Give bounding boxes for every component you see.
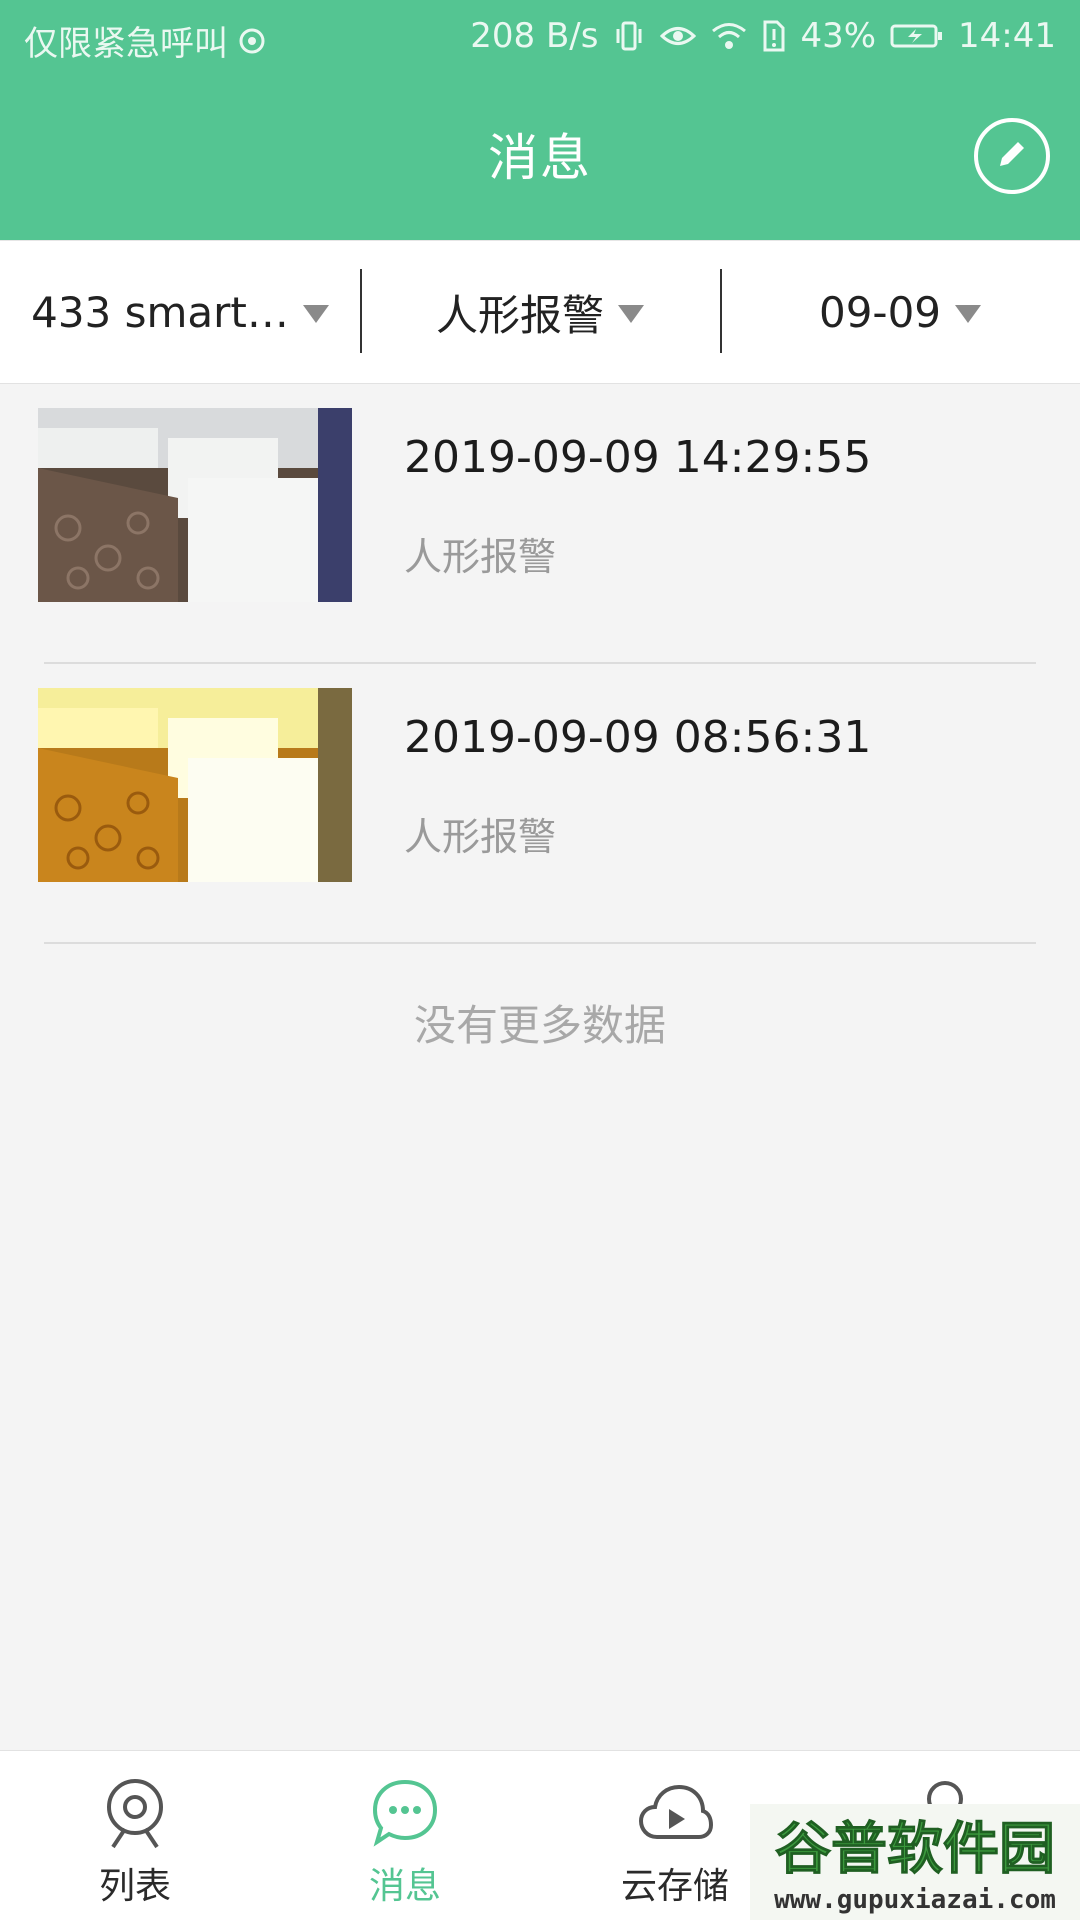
nav-label-list: 列表: [98, 1866, 171, 1907]
nav-label-cloud: 云存储: [620, 1866, 729, 1907]
wifi-icon: [710, 21, 748, 51]
status-bar: 仅限紧急呼叫 208 B/s 43% 14:41: [0, 0, 1080, 76]
row-divider: [44, 942, 1036, 944]
message-time: 2019-09-09 14:29:55: [404, 432, 872, 483]
battery-percent: 43%: [800, 16, 877, 56]
watermark-logo: 谷普软件园 www.gupuxiazai.com: [750, 1804, 1080, 1920]
status-right: 208 B/s 43% 14:41: [470, 16, 1056, 56]
pencil-icon: [992, 134, 1032, 178]
alert-type-filter[interactable]: 人形报警: [360, 241, 720, 383]
battery-charging-icon: [890, 23, 944, 49]
chat-icon: [371, 1775, 439, 1851]
snapshot-thumbnail[interactable]: [38, 688, 352, 882]
dropdown-caret-icon: [618, 305, 644, 323]
date-filter-label: 09-09: [818, 287, 942, 337]
vibrate-icon: [612, 19, 646, 53]
dropdown-caret-icon: [302, 305, 329, 323]
message-time: 2019-09-09 08:56:31: [404, 712, 872, 763]
snapshot-thumbnail[interactable]: [38, 408, 352, 602]
watermark-url: www.gupuxiazai.com: [774, 1885, 1056, 1915]
nav-item-list[interactable]: 列表: [0, 1751, 270, 1920]
device-filter[interactable]: 433 smart…: [0, 241, 360, 383]
page-title: 消息: [488, 129, 592, 187]
filter-bar: 433 smart… 人形报警 09-09: [0, 240, 1080, 384]
nav-item-messages[interactable]: 消息: [270, 1751, 540, 1920]
message-list: 2019-09-09 14:29:55 人形报警 2019-09-09 08:5…: [0, 384, 1080, 1053]
app-header: 仅限紧急呼叫 208 B/s 43% 14:41 消息: [0, 0, 1080, 240]
nav-label-messages: 消息: [368, 1866, 441, 1907]
message-row[interactable]: 2019-09-09 08:56:31 人形报警: [0, 664, 1080, 944]
eye-icon: [660, 21, 697, 51]
sim-alert-icon: [762, 19, 786, 53]
no-more-data-text: 没有更多数据: [413, 1001, 666, 1050]
message-type: 人形报警: [404, 535, 557, 579]
status-left: 仅限紧急呼叫: [24, 16, 266, 65]
message-type: 人形报警: [404, 815, 557, 859]
camera-icon: [103, 1775, 167, 1851]
cloud-play-icon: [637, 1775, 713, 1851]
date-filter[interactable]: 09-09: [720, 241, 1080, 383]
clock: 14:41: [958, 16, 1056, 56]
device-filter-label: 433 smart…: [31, 287, 289, 337]
edit-button[interactable]: [974, 118, 1050, 194]
message-row[interactable]: 2019-09-09 14:29:55 人形报警: [0, 384, 1080, 664]
carrier-text: 仅限紧急呼叫: [24, 24, 228, 64]
sync-icon: [238, 27, 266, 55]
dropdown-caret-icon: [955, 305, 982, 323]
alert-type-filter-label: 人形报警: [435, 290, 604, 340]
net-speed: 208 B/s: [470, 16, 599, 56]
watermark-logo-text: 谷普软件园: [775, 1817, 1055, 1882]
